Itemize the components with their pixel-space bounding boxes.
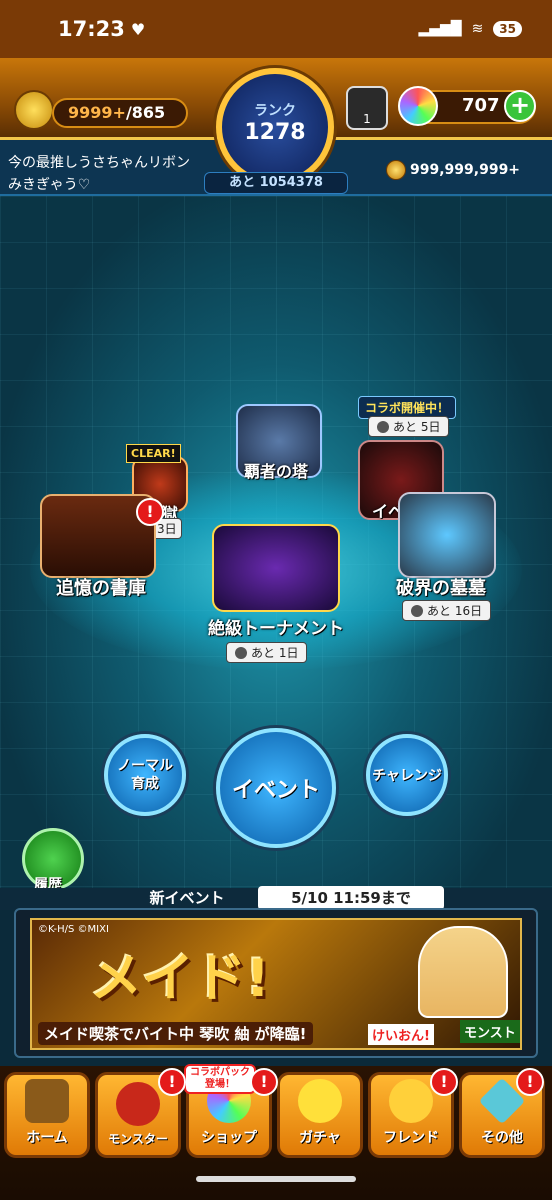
banner-subtitle: メイド喫茶でバイト中 琴吹 紬 が降臨! (38, 1022, 313, 1045)
gacha-egg-icon (298, 1079, 342, 1123)
rank-badge[interactable]: ランク 1278 (216, 68, 334, 186)
other-alert-badge: ! (516, 1068, 544, 1096)
orb-icon (398, 86, 438, 126)
tab-shop-label: ショップ (201, 1130, 257, 1146)
collab-timer: あと 5日 (368, 416, 450, 437)
potion-button[interactable]: 1 (346, 86, 388, 130)
rank-next-exp: あと 1054378 (204, 172, 348, 194)
banner-copyright: ©K-H/S ©MIXI (38, 924, 109, 935)
stamina-value: 9999+ (68, 103, 126, 122)
buy-orb-button[interactable]: + (504, 90, 536, 122)
rank-label: ランク (254, 103, 296, 119)
coin-icon (386, 160, 406, 180)
quest-tournament-label: 絶級トーナメント (208, 619, 344, 639)
news-deadline: 5/10 11:59まで (258, 886, 444, 910)
quest-tower-label: 覇者の塔 (244, 462, 309, 481)
tab-gacha[interactable]: ガチャ (277, 1072, 363, 1158)
battery-indicator: 35 (493, 21, 522, 37)
quest-memory-label: 追憶の書庫 (56, 578, 146, 599)
tab-monster-label: モンスター (108, 1132, 168, 1146)
monster-alert-badge: ! (158, 1068, 186, 1096)
tab-other-label: その他 (481, 1130, 523, 1146)
gold-value: 999,999,999+ (410, 162, 521, 178)
tournament-timer-text: あと 1日 (251, 646, 299, 660)
home-icon (25, 1079, 69, 1123)
challenge-button[interactable]: チャレンジ (366, 734, 448, 816)
signal-icon: ▂▄▆█ (418, 21, 462, 37)
stamina-max: /865 (125, 103, 166, 122)
player-title: 今の最推しうさちゃんリボン (8, 155, 190, 171)
clock-icon (411, 604, 423, 617)
tomb-timer-text: あと 16日 (427, 604, 483, 618)
potion-count: 1 (363, 112, 371, 126)
clear-tag: CLEAR! (126, 444, 181, 463)
tab-friend-label: フレンド (383, 1130, 439, 1146)
monst-logo: モンスト (460, 1020, 520, 1043)
clock-icon (377, 420, 389, 433)
keion-logo: けいおん! (368, 1024, 434, 1045)
monster-icon (116, 1082, 160, 1126)
event-banner[interactable]: ©K-H/S ©MIXI メイド! メイド喫茶でバイト中 琴吹 紬 が降臨! け… (30, 918, 522, 1050)
gold-counter: 999,999,999+ (386, 160, 520, 180)
collab-timer-text: あと 5日 (393, 420, 441, 434)
banner-headline: メイド! (90, 949, 270, 1009)
stamina-gauge[interactable]: 9999+/865 (52, 98, 188, 128)
challenge-label: チャレンジ (372, 768, 442, 784)
normal-training-label: ノーマル 育成 (117, 758, 173, 792)
news-label: 新イベント (149, 889, 225, 907)
event-button[interactable]: イベント (216, 728, 336, 848)
event-label: イベント (231, 778, 320, 803)
heart-icon: ♥ (130, 19, 146, 39)
clock-time: 17:23 (58, 17, 125, 41)
home-indicator (196, 1176, 356, 1182)
tomb-timer: あと 16日 (402, 600, 492, 621)
shop-alert-badge: ! (250, 1068, 278, 1096)
player-name: みきぎゃう♡ (8, 177, 91, 193)
stamina-icon (14, 90, 54, 130)
status-bar: 17:23 ♥ ▂▄▆█ ≋ 35 (0, 0, 552, 58)
rank-value: 1278 (244, 120, 306, 145)
maid-character-image (418, 926, 508, 1018)
memory-alert-badge: ! (136, 498, 164, 526)
tab-gacha-label: ガチャ (299, 1130, 341, 1146)
friend-icon (389, 1079, 433, 1123)
tab-home-label: ホーム (26, 1130, 68, 1146)
orb-value: 707 (462, 95, 500, 116)
quest-tomb-label: 破界の墓墓 (396, 578, 486, 599)
friend-alert-badge: ! (430, 1068, 458, 1096)
normal-training-button[interactable]: ノーマル 育成 (104, 734, 186, 816)
tournament-timer: あと 1日 (226, 642, 308, 663)
tab-home[interactable]: ホーム (4, 1072, 90, 1158)
quest-tournament[interactable] (212, 524, 340, 612)
wifi-icon: ≋ (471, 21, 484, 37)
clock-icon (235, 646, 247, 659)
quest-tomb[interactable] (398, 492, 496, 578)
collab-pack-badge: コラボパック 登場！ (184, 1064, 256, 1094)
